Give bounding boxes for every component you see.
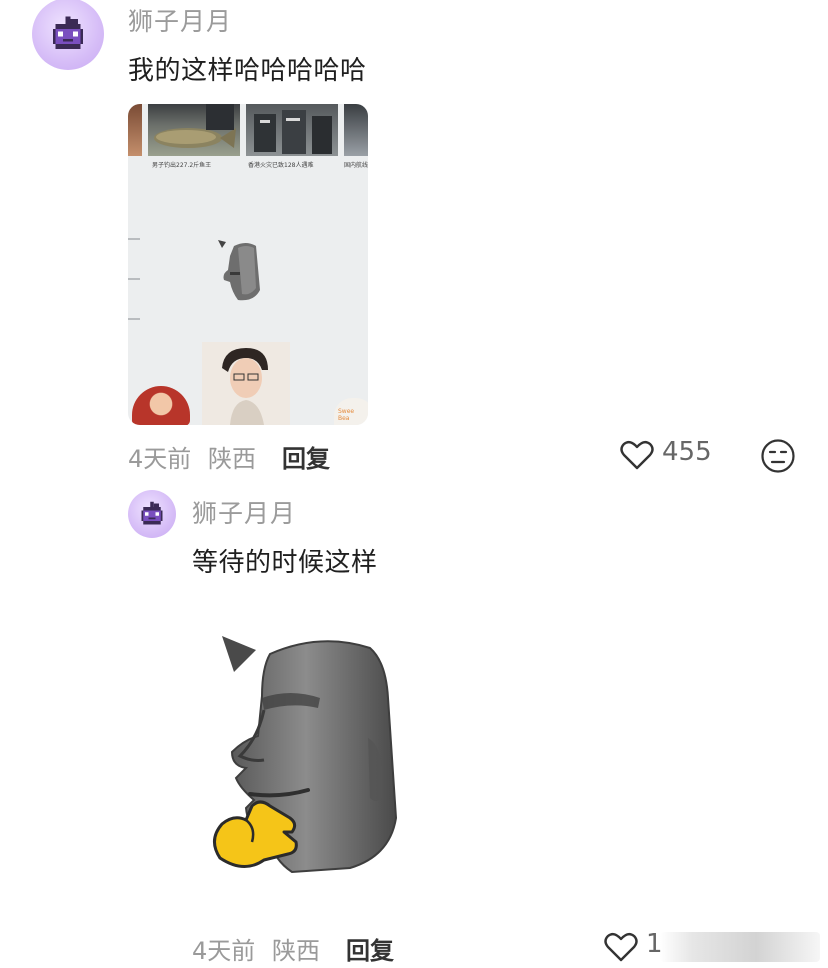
reply-button[interactable]: 回复 (282, 439, 330, 474)
sweet-bear-text: Swee Bea (338, 408, 355, 422)
side-text-marks (128, 224, 140, 324)
reply-time: 4天前 (192, 937, 256, 965)
news-tile-flight (344, 104, 368, 156)
rescue-photo (254, 110, 332, 154)
moai-small-icon (218, 240, 260, 301)
news-tile-left-edge (128, 104, 142, 156)
user-avatar[interactable] (128, 490, 176, 538)
comment-username[interactable]: 狮子月月 (128, 2, 232, 38)
news-caption: 男子钓出227.2斤鱼王 (152, 162, 212, 169)
comment-image[interactable]: 男子钓出227.2斤鱼王 香港火灾已致128人遇难 国内航线 晴朗 (128, 104, 368, 425)
pixel-apple-avatar-icon (141, 501, 163, 525)
reply-username[interactable]: 狮子月月 (192, 494, 296, 530)
heart-icon[interactable] (604, 932, 638, 962)
news-tile-fish (148, 104, 240, 156)
figure-red (132, 386, 190, 425)
figure-sweet-bear: Swee Bea (334, 398, 368, 425)
reply-location: 陕西 (272, 937, 320, 965)
comment-thread: 狮子月月 我的这样哈哈哈哈哈 男子钓出227.2斤鱼王 香港火灾已致128人遇难… (0, 0, 828, 968)
like-count: 455 (662, 437, 712, 467)
pixel-apple-avatar-icon (53, 16, 83, 49)
heart-icon[interactable] (620, 440, 654, 470)
reply-text: 等待的时候这样 (192, 548, 378, 578)
watermark (660, 932, 820, 962)
reply-button[interactable]: 回复 (346, 931, 394, 966)
news-tile-fire (246, 104, 338, 156)
news-caption: 国内航线 (344, 162, 368, 169)
comment-location: 陕西 (208, 445, 256, 473)
comment-text: 我的这样哈哈哈哈哈 (128, 56, 367, 86)
photocard (202, 342, 290, 425)
user-avatar[interactable] (32, 0, 104, 70)
news-caption: 香港火灾已致128人遇难 (248, 162, 314, 169)
fish-photo (154, 104, 236, 148)
emoji-reaction-icon[interactable] (760, 438, 796, 474)
moai-sticker[interactable] (200, 628, 410, 880)
portrait-photo (202, 342, 290, 425)
comment-time: 4天前 (128, 445, 192, 473)
